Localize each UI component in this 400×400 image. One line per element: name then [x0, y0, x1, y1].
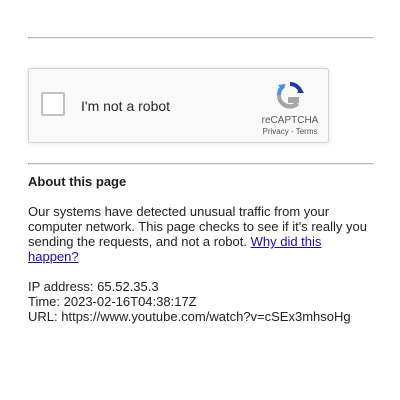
ip-value: 65.52.35.3	[97, 279, 159, 294]
about-heading: About this page	[28, 174, 127, 189]
recaptcha-checkbox[interactable]	[41, 92, 65, 116]
ip-line: IP address: 65.52.35.3	[28, 279, 388, 294]
ip-label: IP address:	[28, 279, 98, 294]
middle-divider	[28, 163, 374, 165]
terms-link[interactable]: Terms	[296, 127, 318, 136]
recaptcha-widget: I'm not a robot reCAPTCHA Privacy - Term…	[28, 68, 329, 143]
time-value: 2023-02-16T04:38:17Z	[63, 294, 197, 309]
recaptcha-links: Privacy - Terms	[255, 127, 325, 137]
top-divider	[28, 37, 374, 39]
url-label: URL:	[28, 309, 62, 324]
privacy-link[interactable]: Privacy	[263, 127, 289, 136]
recaptcha-checkbox-label[interactable]: I'm not a robot	[81, 98, 170, 114]
url-line: URL: https://www.youtube.com/watch?v=cSE…	[28, 309, 388, 324]
time-line: Time: 2023-02-16T04:38:17Z	[28, 294, 388, 309]
time-label: Time:	[28, 294, 64, 309]
recaptcha-logo-icon	[276, 82, 304, 109]
url-value: https://www.youtube.com/watch?v=cSEx3mhs…	[61, 309, 351, 324]
links-separator: -	[288, 127, 296, 136]
about-paragraph: Our systems have detected unusual traffi…	[28, 204, 372, 264]
recaptcha-brand: reCAPTCHA	[261, 115, 319, 126]
request-details: IP address: 65.52.35.3 Time: 2023-02-16T…	[28, 279, 388, 324]
